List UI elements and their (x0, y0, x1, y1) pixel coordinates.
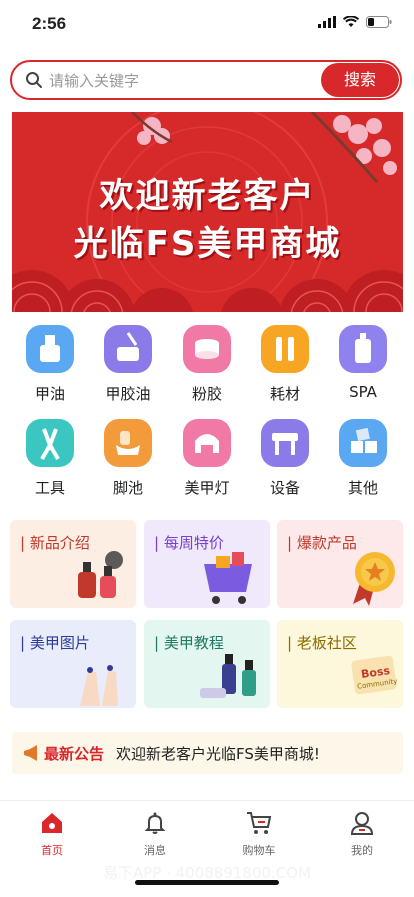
category-spa[interactable]: SPA (328, 325, 398, 401)
tab-messages[interactable]: 消息 (120, 811, 190, 858)
category-label: 粉胶 (191, 385, 222, 403)
category-tools[interactable]: 工具 (15, 419, 85, 498)
category-nail-polish[interactable]: 甲油 (15, 325, 85, 404)
category-label: 美甲灯 (184, 479, 230, 497)
banner-line-1: 欢迎新老客户 (99, 176, 316, 216)
nipper-tool-icon (26, 419, 74, 467)
card-weekly-deals[interactable]: | 每周特价 (144, 520, 270, 608)
category-gel-polish[interactable]: 甲胶油 (93, 325, 163, 404)
announcement-label: 最新公告 (44, 745, 105, 763)
card-nail-tutorials[interactable]: | 美甲教程 (144, 620, 270, 708)
user-icon (350, 812, 374, 835)
promo-banner[interactable]: 欢迎新老客户 光临FS美甲商城 (12, 112, 403, 312)
supplies-icon (261, 325, 309, 373)
category-label: 甲胶油 (105, 385, 151, 403)
card-hot-products[interactable]: | 爆款产品 (277, 520, 403, 608)
hands-illustration (80, 665, 118, 706)
category-supplies[interactable]: 耗材 (250, 325, 320, 404)
card-new-products[interactable]: | 新品介绍 (10, 520, 136, 608)
foot-spa-icon (104, 419, 152, 467)
powder-jar-icon (183, 325, 231, 373)
tab-profile[interactable]: 我的 (327, 811, 397, 858)
status-time: 2:56 (32, 14, 67, 33)
category-equipment[interactable]: 设备 (250, 419, 320, 498)
category-others[interactable]: 其他 (328, 419, 398, 498)
category-label: 耗材 (269, 385, 300, 403)
announcement-bar[interactable]: 最新公告 欢迎新老客户光临FS美甲商城! (12, 732, 403, 774)
nail-lamp-icon (183, 419, 231, 467)
search-bar: 请输入关键字 搜索 (10, 60, 402, 100)
tab-cart[interactable]: 购物车 (224, 811, 294, 858)
category-powder-gel[interactable]: 粉胶 (172, 325, 242, 404)
status-icons (318, 16, 392, 28)
equipment-icon (261, 419, 309, 467)
card-nail-pictures[interactable]: | 美甲图片 (10, 620, 136, 708)
category-label: 设备 (269, 479, 300, 497)
polish-bottles-illustration (200, 654, 256, 698)
nail-polish-icon (26, 325, 74, 373)
category-label: 脚池 (112, 479, 143, 497)
megaphone-icon (24, 745, 37, 761)
announcement-message: 欢迎新老客户光临FS美甲商城! (116, 745, 320, 763)
gel-polish-icon (104, 325, 152, 373)
wifi-icon (343, 16, 359, 27)
medal-icon (353, 552, 395, 606)
bell-icon (144, 812, 166, 834)
category-foot-spa[interactable]: 脚池 (93, 419, 163, 498)
category-label: 其他 (347, 479, 378, 497)
tab-label: 首页 (41, 844, 63, 857)
battery-icon (366, 16, 392, 28)
tab-label: 购物车 (242, 844, 276, 857)
tab-home[interactable]: 首页 (17, 811, 87, 858)
cart-icon (247, 812, 272, 834)
home-icon (42, 813, 62, 833)
category-nail-lamp[interactable]: 美甲灯 (172, 419, 242, 498)
category-label: SPA (349, 383, 377, 401)
nail-polish-bottles-illustration (78, 551, 123, 598)
tab-label: 消息 (144, 844, 166, 857)
search-input[interactable]: 请输入关键字 (49, 70, 139, 91)
tab-label: 我的 (351, 844, 373, 857)
category-label: 工具 (34, 479, 65, 497)
banner-line-2: 光临FS美甲商城 (73, 224, 342, 264)
search-button[interactable]: 搜索 (321, 63, 399, 97)
others-icon (339, 419, 387, 467)
spa-bottle-icon (339, 325, 387, 373)
card-boss-community[interactable]: | 老板社区 Boss Community (277, 620, 403, 708)
search-icon (26, 72, 42, 88)
cellular-signal-icon (318, 16, 336, 28)
home-indicator[interactable] (135, 880, 279, 885)
category-label: 甲油 (34, 385, 65, 403)
status-bar: 2:56 (0, 0, 414, 50)
shopping-cart-illustration (204, 552, 252, 604)
